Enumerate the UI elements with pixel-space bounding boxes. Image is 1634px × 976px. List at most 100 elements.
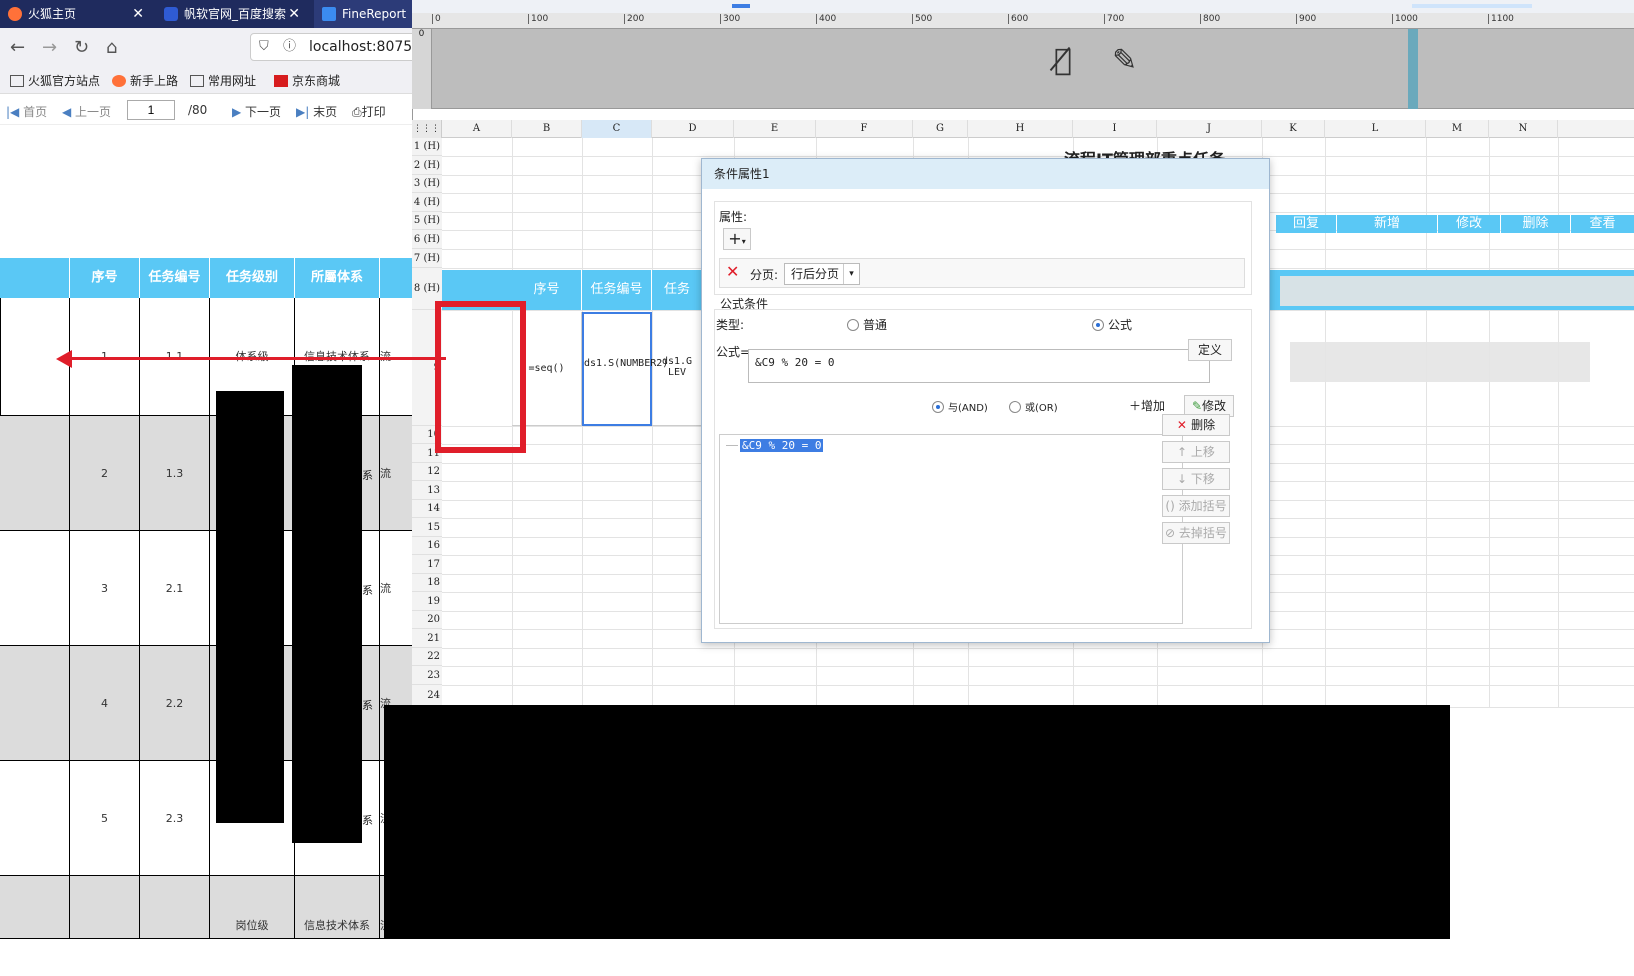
row-header[interactable]: 5 (H) xyxy=(412,212,442,230)
row-header[interactable]: 21 xyxy=(412,629,442,648)
red-arrow-head xyxy=(56,350,72,368)
report-cell: 2.3 xyxy=(140,761,210,876)
row-header[interactable]: 14 xyxy=(412,500,442,518)
column-header-i[interactable]: I xyxy=(1073,120,1157,138)
ruler-tick: 900 xyxy=(1296,14,1316,24)
remove-parentheses-button[interactable]: ⊘ 去掉括号 xyxy=(1162,522,1230,544)
row-header[interactable]: 22 xyxy=(412,648,442,666)
report-cell-text: 系 xyxy=(362,813,373,827)
cell-header-task[interactable]: 任务 xyxy=(652,270,702,310)
info-icon: ⓘ xyxy=(283,39,297,54)
back-icon[interactable]: ← xyxy=(10,37,25,58)
column-header-h[interactable]: H xyxy=(968,120,1073,138)
row-header[interactable]: 1 (H) xyxy=(412,138,442,156)
remove-attribute-icon[interactable]: ✕ xyxy=(726,262,739,281)
tab-finereport[interactable]: FineReport xyxy=(314,0,415,28)
prev-page-button[interactable]: ◀ 上一页 xyxy=(62,103,111,120)
ruler-tick: 700 xyxy=(1104,14,1124,24)
row-header[interactable]: 16 xyxy=(412,537,442,555)
and-radio[interactable]: 与(AND) xyxy=(932,399,988,414)
tab-fanruan-baidu[interactable]: 帆软官网_百度搜索 ✕ xyxy=(156,0,306,28)
row-header[interactable]: 20 xyxy=(412,611,442,629)
type-normal-radio[interactable]: 普通 xyxy=(847,316,887,333)
arrow-down-icon: ↓ xyxy=(1177,472,1191,486)
last-page-button[interactable]: ▶| 末页 xyxy=(296,103,337,120)
row-header[interactable]: 12 xyxy=(412,463,442,481)
cell-delete[interactable]: 删除 xyxy=(1501,215,1570,233)
column-header-j[interactable]: J xyxy=(1157,120,1262,138)
column-header-f[interactable]: F xyxy=(816,120,913,138)
first-page-button[interactable]: |◀ 首页 xyxy=(6,103,47,120)
column-header-b[interactable]: B xyxy=(512,120,582,138)
forward-icon[interactable]: → xyxy=(42,37,57,58)
delete-condition-button[interactable]: ✕ 删除 xyxy=(1162,414,1230,436)
bookmark-getting-started[interactable]: 新手上路 xyxy=(112,72,178,89)
row-header[interactable]: 2 (H) xyxy=(412,156,442,175)
condition-list[interactable]: &C9 % 20 = 0 xyxy=(719,434,1183,624)
or-radio[interactable]: 或(OR) xyxy=(1009,399,1058,414)
add-parentheses-button[interactable]: () 添加括号 xyxy=(1162,495,1230,517)
column-header-g[interactable]: G xyxy=(913,120,968,138)
reload-icon[interactable]: ↻ xyxy=(74,37,89,58)
formula-input[interactable]: &C9 % 20 = 0 xyxy=(748,349,1210,383)
row-header[interactable]: 23 xyxy=(412,666,442,685)
grid-line xyxy=(442,156,1634,157)
column-header-e[interactable]: E xyxy=(734,120,816,138)
report-header-area: 0 👁̸ ✎ xyxy=(412,29,1634,109)
row-header[interactable]: 17 xyxy=(412,555,442,574)
url-bar[interactable]: ⛉ ⓘ localhost:8075/ xyxy=(250,33,415,61)
cell-c9[interactable]: ds1.S(NUMBER2) xyxy=(582,312,668,426)
attribute-group: 属性: +▾ ✕ 分页: 行后分页 ▾ xyxy=(714,201,1252,295)
pencil-icon[interactable]: ✎ xyxy=(1112,43,1137,78)
cell-view[interactable]: 查看 xyxy=(1571,215,1634,233)
close-icon[interactable]: ✕ xyxy=(132,0,144,28)
select-all-corner[interactable]: ⋮⋮⋮ xyxy=(412,120,442,138)
next-page-button[interactable]: ▶ 下一页 xyxy=(232,103,281,120)
bookmark-firefox-site[interactable]: 火狐官方站点 xyxy=(10,72,100,89)
eye-slash-icon[interactable]: 👁̸ xyxy=(1054,43,1072,78)
ruler-tick: 1100 xyxy=(1488,14,1514,24)
cell-header-code[interactable]: 任务编号 xyxy=(582,270,652,310)
tab-firefox-home[interactable]: 火狐主页 ✕ xyxy=(0,0,150,28)
move-up-button[interactable]: ↑ 上移 xyxy=(1162,441,1230,463)
cell-reply[interactable]: 回复 xyxy=(1276,215,1336,233)
row-header[interactable]: 4 (H) xyxy=(412,193,442,212)
condition-list-item[interactable]: &C9 % 20 = 0 xyxy=(740,439,824,452)
cell-add[interactable]: 新增 xyxy=(1337,215,1437,233)
parentheses-remove-icon: ⊘ xyxy=(1165,526,1179,540)
cell-d9[interactable]: ds1.G LEV xyxy=(652,312,702,426)
row-header[interactable]: 15 xyxy=(412,518,442,537)
column-header-l[interactable]: L xyxy=(1325,120,1426,138)
close-icon[interactable]: ✕ xyxy=(288,0,300,28)
move-down-button[interactable]: ↓ 下移 xyxy=(1162,468,1230,490)
report-cell: 3 xyxy=(70,531,140,646)
cell-modify[interactable]: 修改 xyxy=(1438,215,1500,233)
row-header[interactable]: 24 xyxy=(412,685,442,707)
row-header[interactable]: 13 xyxy=(412,481,442,500)
define-button[interactable]: 定义 xyxy=(1188,339,1232,361)
column-header-a[interactable]: A xyxy=(442,120,512,138)
row-header[interactable]: 19 xyxy=(412,592,442,611)
column-header-c[interactable]: C xyxy=(582,120,652,138)
report-cell-text: 系 xyxy=(362,698,373,712)
row-header[interactable]: 6 (H) xyxy=(412,230,442,249)
column-header-d[interactable]: D xyxy=(652,120,734,138)
page-number-input[interactable] xyxy=(127,100,175,120)
report-cell xyxy=(0,416,70,531)
row-header[interactable]: 18 xyxy=(412,574,442,592)
column-header-n[interactable]: N xyxy=(1489,120,1558,138)
header-blank xyxy=(0,258,70,298)
row-header[interactable]: 7 (H) xyxy=(412,249,442,268)
print-button[interactable]: ⎙打印 xyxy=(352,103,386,120)
url-text: localhost:8075/ xyxy=(309,39,415,55)
column-header-m[interactable]: M xyxy=(1426,120,1489,138)
paging-select[interactable]: 行后分页 ▾ xyxy=(784,263,860,285)
report-cell-text: 系 xyxy=(362,468,373,482)
bookmark-jd[interactable]: 京东商城 xyxy=(274,72,340,89)
column-header-k[interactable]: K xyxy=(1262,120,1325,138)
type-formula-radio[interactable]: 公式 xyxy=(1092,316,1132,333)
home-icon[interactable]: ⌂ xyxy=(106,37,117,58)
row-header[interactable]: 3 (H) xyxy=(412,175,442,193)
add-attribute-button[interactable]: +▾ xyxy=(723,228,751,250)
bookmark-common-sites[interactable]: 常用网址 xyxy=(190,72,256,89)
